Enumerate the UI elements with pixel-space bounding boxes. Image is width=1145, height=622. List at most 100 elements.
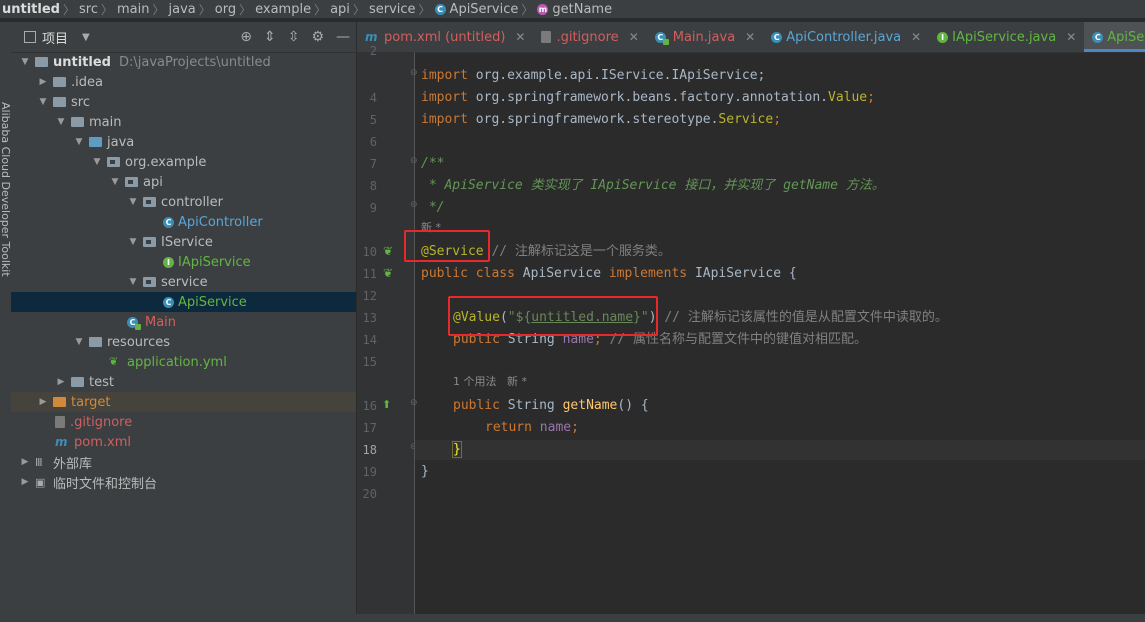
tree-item-root[interactable]: ▼ untitled D:\javaProjects\untitled: [11, 52, 356, 72]
chevron-down-icon[interactable]: ▼: [37, 97, 49, 107]
code-token: }: [452, 441, 462, 458]
tree-item-application-yml[interactable]: ❦ application.yml: [11, 352, 356, 372]
spring-bean-icon[interactable]: ❦: [383, 244, 393, 258]
chevron-down-icon[interactable]: ▼: [127, 277, 139, 287]
class-icon: C: [434, 3, 446, 15]
tab-main-java[interactable]: C Main.java ✕: [647, 22, 763, 52]
tab-label: ApiService.java: [1107, 29, 1145, 45]
breadcrumb-separator: 〉: [314, 2, 327, 17]
chevron-right-icon[interactable]: ▶: [37, 77, 49, 87]
breadcrumb-separator: 〉: [352, 2, 365, 17]
gitignore-icon: [541, 31, 552, 43]
collapse-all-icon[interactable]: ⇳: [288, 29, 300, 45]
code-token: ApiService: [514, 266, 609, 281]
resources-folder-icon: [89, 337, 102, 347]
chevron-right-icon[interactable]: ▶: [19, 477, 31, 487]
tree-item-label: controller: [161, 194, 224, 210]
breadcrumb-item-api[interactable]: api: [330, 0, 350, 18]
spring-bean-icon[interactable]: ❦: [383, 266, 393, 280]
folder-icon: [71, 117, 84, 127]
chevron-down-icon[interactable]: ▼: [109, 177, 121, 187]
tree-item-iservice[interactable]: ▼ IService: [11, 232, 356, 252]
chevron-down-icon[interactable]: ▼: [73, 137, 85, 147]
code-token: () {: [617, 398, 649, 413]
breadcrumb-project[interactable]: untitled: [0, 0, 60, 18]
line-number: 10: [362, 245, 377, 259]
tree-item-apiservice[interactable]: C ApiService: [11, 292, 356, 312]
tree-item-label: src: [71, 94, 90, 110]
tree-item-label: ApiService: [178, 294, 247, 310]
close-icon[interactable]: ✕: [515, 30, 525, 44]
tree-item-apicontroller[interactable]: C ApiController: [11, 212, 356, 232]
tree-item-api[interactable]: ▼ api: [11, 172, 356, 192]
chevron-right-icon[interactable]: ▶: [19, 457, 31, 467]
tree-item-path: D:\javaProjects\untitled: [118, 54, 271, 70]
close-icon[interactable]: ✕: [1066, 30, 1076, 44]
tree-item-scratches[interactable]: ▶ ▣ 临时文件和控制台: [11, 472, 356, 492]
chevron-down-icon[interactable]: ▼: [55, 117, 67, 127]
gear-icon[interactable]: ⚙: [311, 29, 324, 45]
locate-icon[interactable]: ⊕: [240, 29, 252, 45]
tab-gitignore[interactable]: .gitignore ✕: [533, 22, 646, 52]
breadcrumb-item-example[interactable]: example: [255, 0, 311, 18]
tab-apiservice-java[interactable]: C ApiService.java: [1084, 22, 1145, 52]
close-icon[interactable]: ✕: [911, 30, 921, 44]
tree-item-main-class[interactable]: C Main: [11, 312, 356, 332]
package-icon: [125, 177, 138, 187]
code-token: ;: [773, 112, 782, 127]
expand-all-icon[interactable]: ⇕: [264, 29, 276, 45]
code-token: import: [421, 112, 468, 127]
tree-item-org-example[interactable]: ▼ org.example: [11, 152, 356, 172]
breadcrumb-item-java[interactable]: java: [169, 0, 196, 18]
breadcrumb-separator: 〉: [521, 2, 534, 17]
tree-item-target[interactable]: ▶ target: [11, 392, 356, 412]
tree-item-test[interactable]: ▶ test: [11, 372, 356, 392]
breadcrumb-method[interactable]: m getName: [537, 0, 612, 18]
tree-item-label: 外部库: [53, 456, 93, 472]
tree-item-idea[interactable]: ▶ .idea: [11, 72, 356, 92]
breadcrumb-item-src[interactable]: src: [79, 0, 98, 18]
highlight-box-value-annotation: [448, 296, 658, 336]
breadcrumb-class[interactable]: C ApiService: [434, 0, 518, 18]
tab-iapiservice-java[interactable]: I IApiService.java ✕: [929, 22, 1084, 52]
tree-item-service[interactable]: ▼ service: [11, 272, 356, 292]
project-panel-title[interactable]: 项目: [42, 28, 68, 47]
breadcrumb-separator: 〉: [152, 2, 165, 17]
folder-icon: [53, 97, 66, 107]
tree-item-iapiservice[interactable]: I IApiService: [11, 252, 356, 272]
implements-method-icon[interactable]: ⬆: [382, 398, 391, 411]
tree-item-src[interactable]: ▼ src: [11, 92, 356, 112]
close-icon[interactable]: ✕: [745, 30, 755, 44]
chevron-down-icon[interactable]: ▼: [91, 157, 103, 167]
tab-pom-xml[interactable]: m pom.xml (untitled) ✕: [357, 22, 533, 52]
tree-item-external-libs[interactable]: ▶ Ⅲ 外部库: [11, 452, 356, 472]
chevron-down-icon[interactable]: ▼: [127, 197, 139, 207]
breadcrumb-item-main[interactable]: main: [117, 0, 149, 18]
chevron-down-icon[interactable]: ▼: [19, 57, 31, 67]
chevron-right-icon[interactable]: ▶: [37, 397, 49, 407]
chevron-down-icon[interactable]: ▼: [127, 237, 139, 247]
chevron-right-icon[interactable]: ▶: [55, 377, 67, 387]
code-line-3: import org.example.api.IService.IApiServ…: [421, 66, 765, 86]
tree-item-pom[interactable]: m pom.xml: [11, 432, 356, 452]
tree-item-main[interactable]: ▼ main: [11, 112, 356, 132]
tab-apicontroller-java[interactable]: C ApiController.java ✕: [763, 22, 929, 52]
code-editor[interactable]: import org.example.api.IService.IApiServ…: [415, 52, 1145, 622]
hide-icon[interactable]: —: [336, 29, 350, 45]
breadcrumb-item-service[interactable]: service: [369, 0, 416, 18]
close-icon[interactable]: ✕: [629, 30, 639, 44]
code-line-9: */: [421, 200, 445, 215]
tree-item-java[interactable]: ▼ java: [11, 132, 356, 152]
inlay-hint-usages[interactable]: 1 个用法 新 *: [453, 374, 527, 390]
tree-item-controller[interactable]: ▼ controller: [11, 192, 356, 212]
tree-item-gitignore[interactable]: .gitignore: [11, 412, 356, 432]
breadcrumb-item-org[interactable]: org: [215, 0, 236, 18]
line-number: 13: [362, 311, 377, 325]
tab-label: .gitignore: [556, 29, 619, 45]
folder-icon: [53, 77, 66, 87]
tree-item-resources[interactable]: ▼ resources: [11, 332, 356, 352]
horizontal-scrollbar[interactable]: [0, 614, 1145, 622]
chevron-down-icon[interactable]: ▼: [73, 337, 85, 347]
line-number: 9: [369, 201, 377, 215]
chevron-down-icon[interactable]: ▼: [82, 32, 90, 43]
